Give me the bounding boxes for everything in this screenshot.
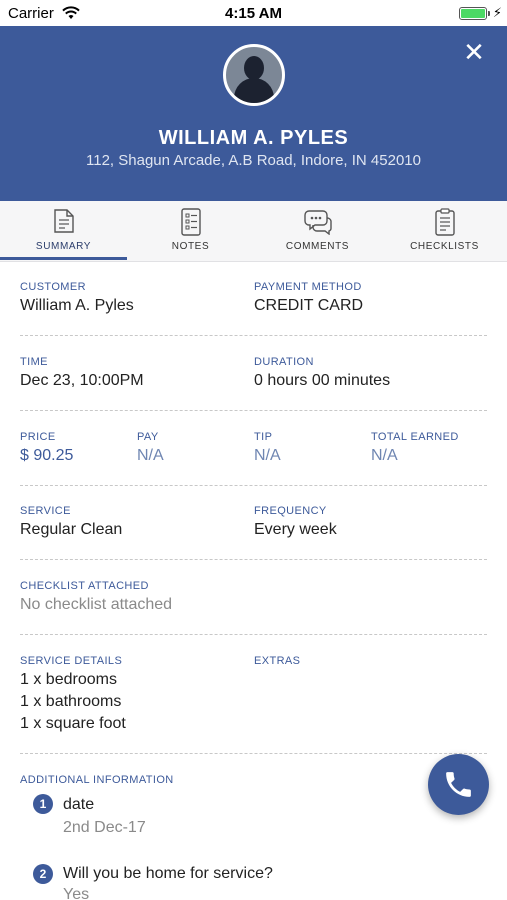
customer-label: CUSTOMER: [20, 281, 86, 293]
question-number-badge: 2: [33, 864, 53, 884]
divider: [20, 634, 487, 635]
customer-value: William A. Pyles: [20, 297, 134, 314]
tab-summary-label: SUMMARY: [35, 241, 92, 252]
active-tab-indicator: [0, 257, 127, 260]
profile-header: ✕ WILLIAM A. PYLES 112, Shagun Arcade, A…: [0, 26, 507, 201]
divider: [20, 410, 487, 411]
tab-bar: SUMMARY NOTES COMMENTS CHECKLISTS: [0, 201, 507, 262]
divider: [20, 485, 487, 486]
duration-label: DURATION: [254, 356, 314, 368]
answer-text: 2nd Dec-17: [63, 819, 146, 836]
time-value: Dec 23, 10:00PM: [20, 372, 144, 389]
frequency-value: Every week: [254, 521, 337, 538]
service-detail-item: 1 x square foot: [20, 715, 126, 732]
pay-label: PAY: [137, 431, 159, 443]
payment-method-label: PAYMENT METHOD: [254, 281, 362, 293]
summary-icon: [53, 209, 74, 233]
payment-method-value: CREDIT CARD: [254, 297, 364, 314]
divider: [20, 559, 487, 560]
answer-text: Yes: [63, 886, 90, 900]
call-button[interactable]: [428, 754, 489, 815]
tab-checklists-label: CHECKLISTS: [410, 241, 479, 252]
tip-value: N/A: [254, 447, 281, 464]
tip-label: TIP: [254, 431, 273, 443]
service-detail-item: 1 x bathrooms: [20, 693, 122, 710]
extras-label: EXTRAS: [254, 655, 301, 667]
question-text: date: [63, 796, 95, 813]
tab-comments-label: COMMENTS: [285, 241, 350, 252]
pay-value: N/A: [137, 447, 164, 464]
service-details-label: SERVICE DETAILS: [20, 655, 123, 667]
clock: 4:15 AM: [225, 5, 282, 22]
charging-icon: ⚡: [492, 5, 502, 20]
tab-notes-label: NOTES: [171, 241, 210, 252]
price-value: $ 90.25: [20, 447, 74, 464]
checklist-attached-label: CHECKLIST ATTACHED: [20, 580, 149, 592]
service-label: SERVICE: [20, 505, 71, 517]
comments-icon: [303, 210, 332, 235]
battery-tip: [488, 11, 490, 16]
frequency-label: FREQUENCY: [254, 505, 327, 517]
checklist-attached-value: No checklist attached: [20, 596, 173, 613]
customer-name-title: WILLIAM A. PYLES: [158, 127, 349, 149]
close-icon[interactable]: ✕: [462, 39, 486, 65]
avatar: [223, 44, 285, 106]
checklists-icon: [434, 208, 455, 236]
question-number-badge: 1: [33, 794, 53, 814]
status-bar: Carrier 4:15 AM ⚡: [0, 0, 507, 26]
additional-information-label: ADDITIONAL INFORMATION: [20, 774, 174, 786]
tab-comments[interactable]: COMMENTS: [254, 201, 381, 262]
price-label: PRICE: [20, 431, 56, 443]
divider: [20, 753, 487, 754]
service-value: Regular Clean: [20, 521, 123, 538]
divider: [20, 335, 487, 336]
tab-summary[interactable]: SUMMARY: [0, 201, 127, 262]
total-earned-value: N/A: [371, 447, 398, 464]
phone-icon: [446, 772, 471, 797]
tab-notes[interactable]: NOTES: [127, 201, 254, 262]
time-label: TIME: [20, 356, 48, 368]
customer-address: 112, Shagun Arcade, A.B Road, Indore, IN…: [86, 152, 421, 169]
battery-icon: [459, 7, 487, 20]
duration-value: 0 hours 00 minutes: [254, 372, 391, 389]
question-text: Will you be home for service?: [63, 865, 273, 882]
service-detail-item: 1 x bedrooms: [20, 671, 117, 688]
total-earned-label: TOTAL EARNED: [371, 431, 459, 443]
notes-icon: [180, 208, 201, 236]
tab-checklists[interactable]: CHECKLISTS: [381, 201, 507, 262]
